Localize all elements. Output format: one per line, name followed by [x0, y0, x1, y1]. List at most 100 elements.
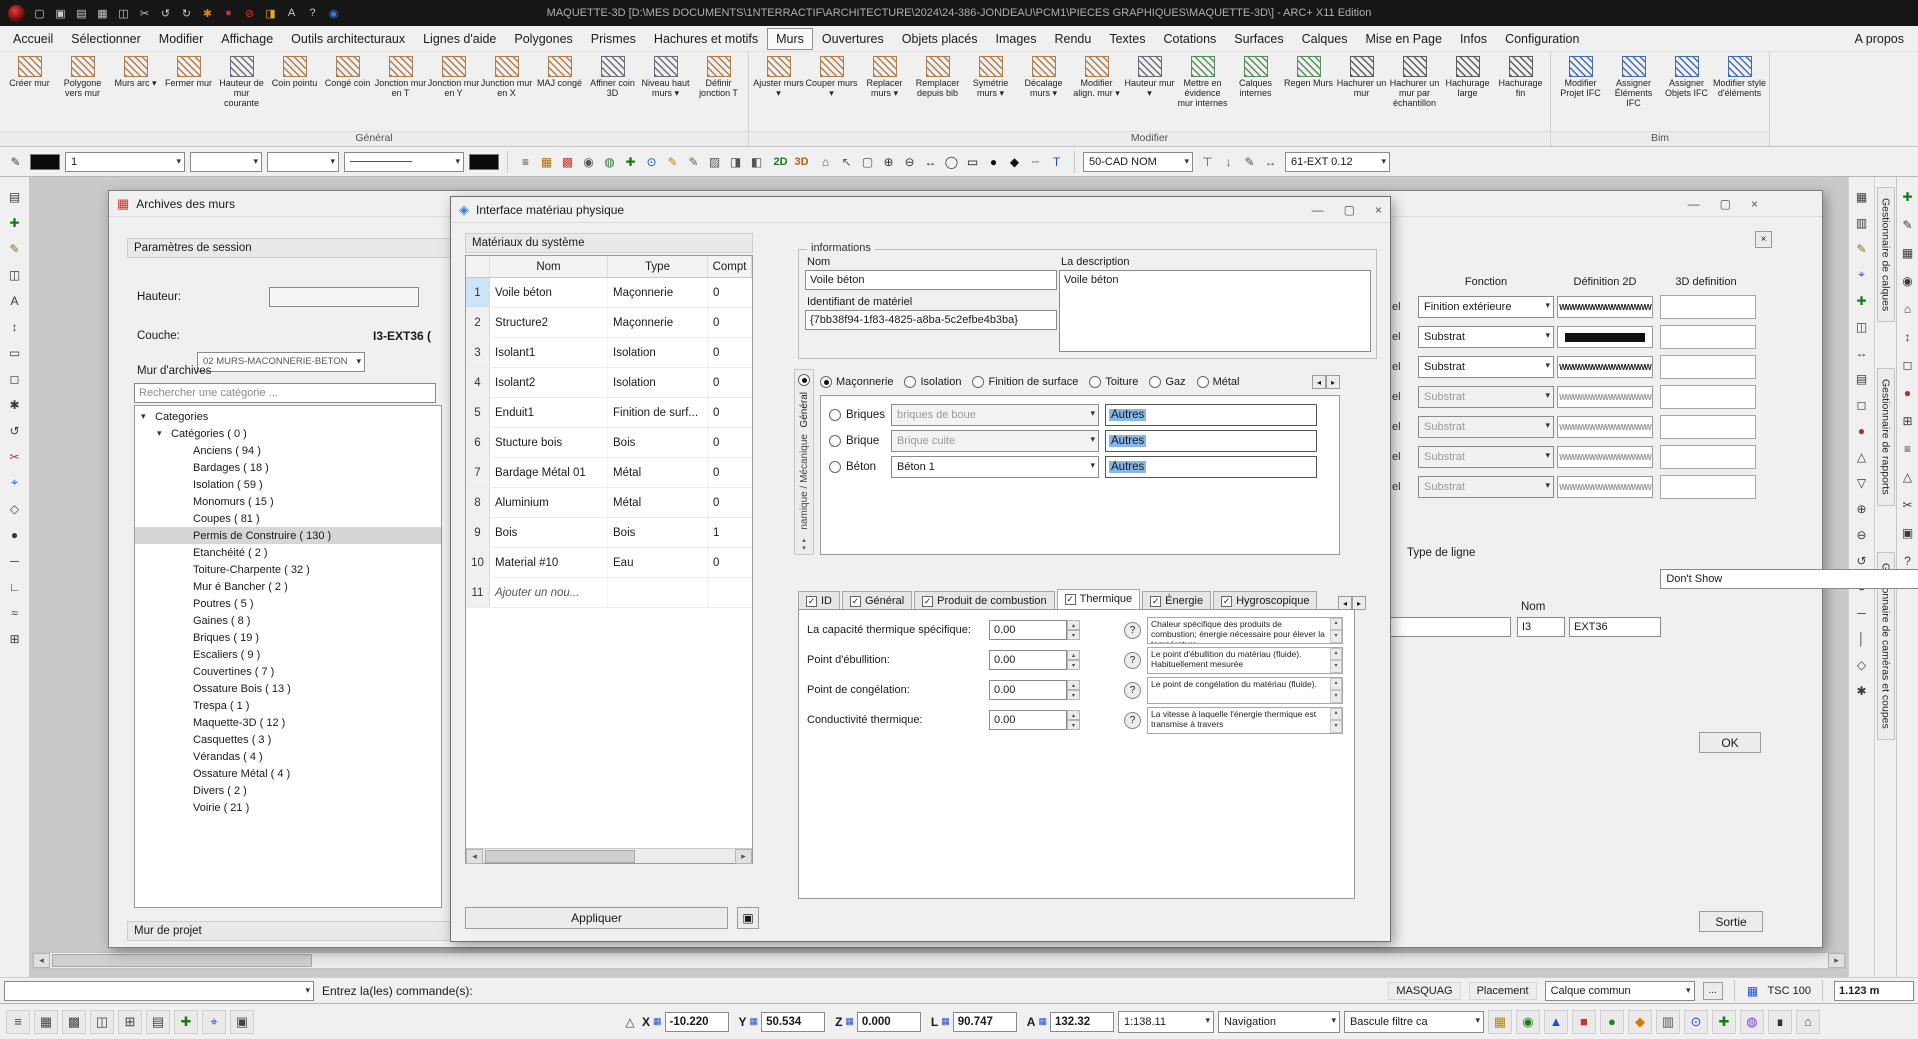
- ribbon-button[interactable]: Hauteur mur ▾: [1123, 54, 1176, 101]
- tree-item[interactable]: Isolation ( 59 ): [135, 476, 441, 493]
- calque-browse-button[interactable]: ...: [1703, 982, 1723, 1000]
- view-mode-badge[interactable]: 2D: [771, 152, 790, 171]
- checkbox-icon[interactable]: [1221, 596, 1232, 607]
- titlebar-tool-icon[interactable]: A: [283, 5, 300, 22]
- side-tool-icon[interactable]: ↔: [1851, 343, 1872, 362]
- tree-caret-icon[interactable]: ▾: [157, 428, 167, 439]
- definition-3d-cell[interactable]: [1660, 475, 1756, 499]
- help-button[interactable]: ?: [1124, 712, 1141, 729]
- status-tool-icon[interactable]: ▲: [1544, 1010, 1568, 1034]
- status-tool-icon[interactable]: ≡: [6, 1010, 30, 1034]
- help-button[interactable]: ?: [1124, 682, 1141, 699]
- command-combo[interactable]: [4, 981, 314, 1001]
- side-tool-icon[interactable]: ●: [4, 525, 25, 544]
- material-row[interactable]: 2 Structure2 Maçonnerie 0: [466, 308, 752, 338]
- side-tool-icon[interactable]: ✚: [1897, 187, 1918, 206]
- scroll-thumb[interactable]: [52, 954, 312, 967]
- menu-item[interactable]: Sélectionner: [62, 28, 150, 50]
- ribbon-button[interactable]: Coin pointu: [268, 54, 321, 91]
- category-tab[interactable]: Toiture: [1089, 376, 1138, 388]
- material-id-input[interactable]: {7bb38f94-1f83-4825-a8ba-5c2efbe4b3ba}: [805, 310, 1057, 330]
- description-scroll[interactable]: ▴▾: [1330, 618, 1342, 643]
- ribbon-button[interactable]: Remplacer depuis bib: [911, 54, 964, 101]
- ribbon-button[interactable]: Décalage murs ▾: [1017, 54, 1070, 101]
- option-tool-icon[interactable]: ↔: [921, 152, 940, 171]
- status-tool-icon[interactable]: ∎: [1768, 1010, 1792, 1034]
- side-tool-icon[interactable]: ⊖: [1851, 525, 1872, 544]
- menu-item[interactable]: Modifier: [150, 28, 212, 50]
- status-tool-icon[interactable]: ◍: [1740, 1010, 1764, 1034]
- option-tool-icon[interactable]: ✎: [1240, 152, 1259, 171]
- property-tab[interactable]: Général: [842, 591, 912, 610]
- tree-caret-icon[interactable]: ▾: [141, 411, 151, 422]
- option-tool-icon[interactable]: ⊤: [1198, 152, 1217, 171]
- tree-item[interactable]: Briques ( 19 ): [135, 629, 441, 646]
- tree-item[interactable]: Vérandas ( 4 ): [135, 748, 441, 765]
- material-option-radio[interactable]: Béton: [829, 461, 885, 473]
- tree-item[interactable]: Divers ( 2 ): [135, 782, 441, 799]
- option-tool-icon[interactable]: ↓: [1219, 152, 1238, 171]
- side-tool-icon[interactable]: ↕: [4, 317, 25, 336]
- menu-item[interactable]: Calques: [1293, 28, 1357, 50]
- coordinate-value[interactable]: 90.747: [953, 1012, 1017, 1032]
- function-select[interactable]: Substrat: [1418, 476, 1554, 498]
- property-value-input[interactable]: 0.00: [989, 620, 1067, 640]
- property-value-input[interactable]: 0.00: [989, 710, 1067, 730]
- ribbon-button[interactable]: Murs arc ▾: [109, 54, 162, 91]
- material-other-input[interactable]: Autres: [1105, 430, 1317, 452]
- property-tab[interactable]: ID: [798, 591, 840, 610]
- side-tool-icon[interactable]: │: [1851, 629, 1872, 648]
- menu-about[interactable]: A propos: [1845, 28, 1914, 50]
- side-tool-icon[interactable]: ◉: [1897, 271, 1918, 290]
- titlebar-tool-icon[interactable]: ◫: [115, 5, 132, 22]
- tree-item[interactable]: Monomurs ( 15 ): [135, 493, 441, 510]
- ribbon-button[interactable]: Jonction mur en Y: [427, 54, 480, 101]
- tabs-scroll-left[interactable]: ◂: [1312, 375, 1326, 389]
- side-tool-icon[interactable]: ⌖: [1851, 265, 1872, 284]
- ext-layer-combo[interactable]: 61-EXT 0.12: [1285, 152, 1390, 172]
- option-tool-icon[interactable]: ◨: [726, 152, 745, 171]
- side-tool-icon[interactable]: ▦: [1851, 187, 1872, 206]
- option-tool-icon[interactable]: ▭: [963, 152, 982, 171]
- value-spinner[interactable]: ▴▾: [1067, 650, 1080, 670]
- tabs-scroll-right[interactable]: ▸: [1326, 375, 1340, 389]
- status-tool-icon[interactable]: ◆: [1628, 1010, 1652, 1034]
- option-tool-icon[interactable]: ◧: [747, 152, 766, 171]
- status-tool-icon[interactable]: ▥: [1656, 1010, 1680, 1034]
- option-tool-icon[interactable]: ┄: [1026, 152, 1045, 171]
- style-combo-2[interactable]: [267, 152, 339, 172]
- function-select[interactable]: Substrat: [1418, 386, 1554, 408]
- menu-item[interactable]: Ouvertures: [813, 28, 893, 50]
- tree-item[interactable]: Trespa ( 1 ): [135, 697, 441, 714]
- definition-2d-cell[interactable]: [1554, 296, 1656, 318]
- status-tool-icon[interactable]: ▣: [230, 1010, 254, 1034]
- panel-tab[interactable]: Gestionnaire de rapports: [1877, 368, 1895, 506]
- side-tab-arrows[interactable]: ▴▾: [802, 536, 806, 554]
- side-tool-icon[interactable]: ?: [1897, 551, 1918, 570]
- ribbon-button[interactable]: Mettre en évidence mur internes: [1176, 54, 1229, 111]
- definition-3d-cell[interactable]: [1660, 385, 1756, 409]
- coordinate-value[interactable]: 0.000: [857, 1012, 921, 1032]
- option-tool-icon[interactable]: ▩: [558, 152, 577, 171]
- sortie-button[interactable]: Sortie: [1699, 911, 1763, 932]
- tree-item[interactable]: Coupes ( 81 ): [135, 510, 441, 527]
- material-variant-combo[interactable]: Brique cuite: [891, 430, 1099, 452]
- menu-item[interactable]: Hachures et motifs: [645, 28, 767, 50]
- side-tool-icon[interactable]: ●: [1897, 383, 1918, 402]
- tree-item[interactable]: Ossature Bois ( 13 ): [135, 680, 441, 697]
- side-tool-icon[interactable]: ▦: [1897, 243, 1918, 262]
- material-row[interactable]: 7 Bardage Métal 01 Métal 0: [466, 458, 752, 488]
- tree-item[interactable]: Casquettes ( 3 ): [135, 731, 441, 748]
- checkbox-icon[interactable]: [922, 596, 933, 607]
- side-tool-icon[interactable]: ▭: [4, 343, 25, 362]
- tree-item[interactable]: Mur é Bancher ( 2 ): [135, 578, 441, 595]
- ribbon-button[interactable]: Définir jonction T: [692, 54, 745, 101]
- panel-tab[interactable]: Gestionnaire de calques: [1877, 187, 1895, 322]
- side-tool-icon[interactable]: ◫: [4, 265, 25, 284]
- side-tool-icon[interactable]: ▥: [1851, 213, 1872, 232]
- menu-item[interactable]: Murs: [767, 28, 813, 50]
- function-select[interactable]: Finition extérieure: [1418, 296, 1554, 318]
- category-search-input[interactable]: Rechercher une catégorie ...: [134, 383, 436, 403]
- property-tab[interactable]: Produit de combustion: [914, 591, 1054, 610]
- value-spinner[interactable]: ▴▾: [1067, 620, 1080, 640]
